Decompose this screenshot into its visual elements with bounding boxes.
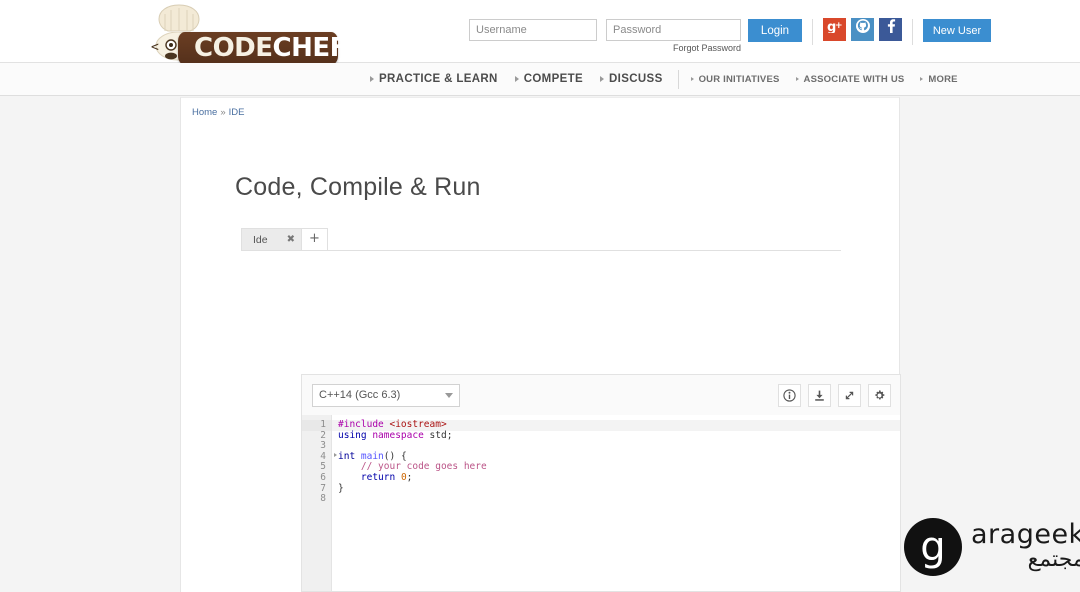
line-number: 6 — [302, 473, 331, 484]
ide-toolbar: C++14 (Gcc 6.3) — [302, 375, 900, 415]
password-block: Forgot Password — [606, 19, 741, 41]
nav-label: COMPETE — [524, 73, 583, 85]
ide-tool-buttons — [778, 384, 891, 407]
code-token: std; — [430, 430, 453, 441]
content-panel: Home» IDE Code, Compile & Run Ide ✖ + C++… — [180, 97, 900, 592]
code-token: using — [338, 430, 372, 441]
breadcrumb-separator: » — [220, 107, 225, 118]
login-button[interactable]: Login — [748, 19, 802, 42]
nav-item-discuss[interactable]: DISCUSS — [600, 73, 663, 85]
username-input[interactable] — [469, 19, 597, 41]
caret-icon — [691, 77, 694, 81]
forgot-password-link[interactable]: Forgot Password — [673, 43, 741, 53]
site-header: < > CODECHEF An unacademy Initiative For… — [0, 0, 1080, 63]
nav-label: PRACTICE & LEARN — [379, 73, 498, 85]
arageek-logo-mark: g — [904, 518, 962, 576]
tab-ide[interactable]: Ide ✖ — [241, 228, 302, 250]
chevron-down-icon — [445, 393, 453, 398]
caret-icon — [920, 77, 923, 81]
nav-label: MORE — [928, 74, 957, 85]
language-select-value: C++14 (Gcc 6.3) — [319, 389, 400, 401]
nav-item-our-initiatives[interactable]: OUR INITIATIVES — [691, 74, 780, 85]
logo-wordmark: CODECHEF — [194, 35, 347, 62]
logo-word-code: CODE — [194, 33, 273, 63]
code-token: } — [338, 483, 344, 494]
code-line: using namespace std; — [338, 431, 900, 442]
tab-label: Ide — [253, 234, 268, 246]
gear-icon[interactable] — [868, 384, 891, 407]
line-number: 3 — [302, 441, 331, 452]
breadcrumb: Home» IDE — [181, 98, 899, 118]
line-number-gutter: 12345678 — [302, 415, 332, 591]
download-icon[interactable] — [808, 384, 831, 407]
nav-item-compete[interactable]: COMPETE — [515, 73, 583, 85]
code-token: #include — [338, 419, 389, 430]
code-token — [338, 472, 361, 483]
new-user-button[interactable]: New User — [923, 19, 991, 42]
line-number: 5 — [302, 462, 331, 473]
code-token: int — [338, 451, 361, 462]
nav-label: OUR INITIATIVES — [699, 74, 780, 85]
breadcrumb-home[interactable]: Home — [192, 107, 217, 118]
fullscreen-icon[interactable] — [838, 384, 861, 407]
info-icon[interactable] — [778, 384, 801, 407]
nav-label: DISCUSS — [609, 73, 663, 85]
page-title: Code, Compile & Run — [235, 173, 899, 202]
facebook-icon[interactable] — [879, 18, 902, 41]
code-line: // your code goes here — [338, 462, 900, 473]
svg-text:<: < — [151, 40, 159, 55]
code-line: return 0; — [338, 473, 900, 484]
line-number: 7 — [302, 484, 331, 495]
code-token: () { — [384, 451, 407, 462]
line-number: 1 — [302, 420, 331, 431]
arageek-watermark: g arageek مجتمع — [898, 504, 1080, 590]
auth-area: Forgot Password Login g + — [469, 19, 991, 45]
caret-icon — [600, 76, 604, 82]
social-login-row: g + — [823, 18, 902, 41]
line-number: 8 — [302, 494, 331, 505]
svg-text:+: + — [835, 21, 843, 31]
code-token: // your code goes here — [338, 461, 487, 472]
arageek-name-en: arageek — [971, 522, 1080, 548]
code-editor[interactable]: 12345678 #include <iostream>using namesp… — [302, 415, 900, 591]
code-line — [338, 441, 900, 452]
code-line: } — [338, 484, 900, 495]
add-tab-button[interactable]: + — [302, 228, 328, 250]
nav-item-associate-with-us[interactable]: ASSOCIATE WITH US — [796, 74, 905, 85]
google-plus-icon[interactable]: g + — [823, 18, 846, 41]
line-number: 4 — [302, 452, 331, 463]
arageek-g-letter: g — [904, 528, 962, 566]
ide-container: C++14 (Gcc 6.3) — [301, 374, 901, 592]
breadcrumb-current: IDE — [229, 107, 245, 118]
code-line — [338, 494, 900, 505]
arageek-wordmark: arageek مجتمع — [971, 522, 1080, 572]
caret-icon — [796, 77, 799, 81]
nav-item-practice-learn[interactable]: PRACTICE & LEARN — [370, 73, 498, 85]
caret-icon — [370, 76, 374, 82]
code-token: ; — [407, 472, 413, 483]
nav-separator — [678, 70, 679, 89]
code-token: return — [361, 472, 401, 483]
auth-divider-right — [912, 19, 913, 45]
close-icon[interactable]: ✖ — [287, 234, 295, 245]
code-token: <iostream> — [389, 419, 446, 430]
nav-item-more[interactable]: MORE — [920, 74, 957, 85]
logo-word-chef: CHEF — [273, 33, 347, 63]
arageek-name-ar: مجتمع — [971, 548, 1080, 572]
language-select[interactable]: C++14 (Gcc 6.3) — [312, 384, 460, 407]
code-text-area[interactable]: #include <iostream>using namespace std; … — [332, 415, 900, 591]
nav-label: ASSOCIATE WITH US — [804, 74, 905, 85]
editor-tabstrip: Ide ✖ + — [241, 229, 841, 251]
main-navigation: PRACTICE & LEARN COMPETE DISCUSS OUR INI… — [0, 63, 1080, 96]
auth-divider-left — [812, 19, 813, 45]
code-token: main — [361, 451, 384, 462]
password-input[interactable] — [606, 19, 741, 41]
caret-icon — [515, 76, 519, 82]
github-icon[interactable] — [851, 18, 874, 41]
code-token: namespace — [372, 430, 429, 441]
line-number: 2 — [302, 431, 331, 442]
